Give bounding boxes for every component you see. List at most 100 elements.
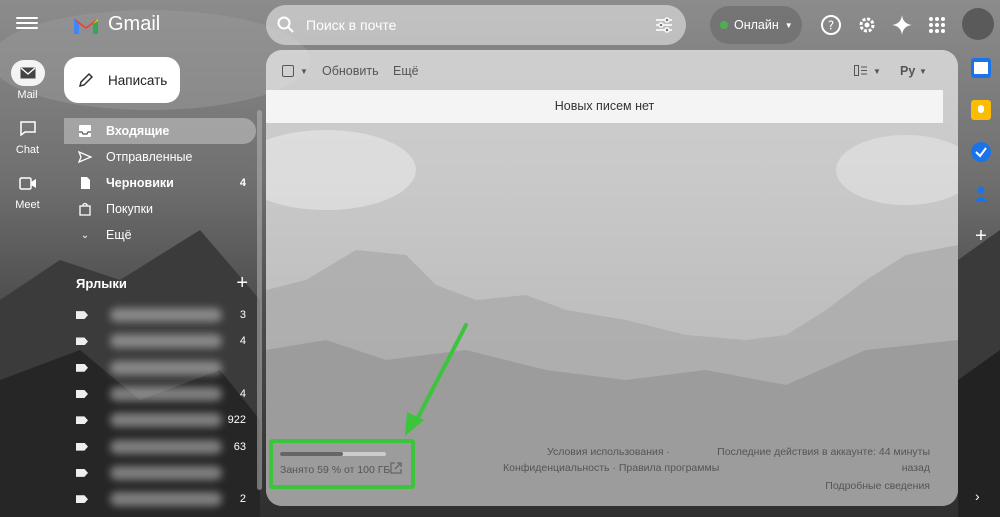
redacted-label-name bbox=[110, 465, 222, 480]
redacted-label-name bbox=[110, 387, 222, 402]
nav-item-purchases[interactable]: Покупки bbox=[64, 196, 256, 222]
nav-sent-label: Отправленные bbox=[106, 150, 193, 164]
rail-meet[interactable]: Meet bbox=[0, 170, 55, 211]
folder-nav: Входящие Отправленные Черновики 4 Покупк… bbox=[64, 118, 256, 248]
compose-button[interactable]: Написать bbox=[64, 57, 180, 103]
tasks-icon[interactable] bbox=[971, 142, 991, 162]
person-icon bbox=[974, 186, 988, 202]
chevron-down-icon[interactable]: ▼ bbox=[300, 67, 308, 76]
settings-gear-icon[interactable] bbox=[856, 14, 878, 36]
label-tag-icon bbox=[76, 468, 88, 477]
rail-chat[interactable]: Chat bbox=[0, 115, 55, 156]
rail-mail-label: Mail bbox=[17, 89, 38, 101]
nav-drafts-label: Черновики bbox=[106, 176, 174, 190]
redacted-label-name bbox=[110, 413, 222, 428]
chevron-down-icon[interactable]: ▼ bbox=[873, 67, 881, 76]
checkmark-icon bbox=[975, 147, 987, 158]
list-item[interactable]: 922 bbox=[76, 407, 248, 433]
redacted-label-name bbox=[110, 308, 222, 323]
label-tag-icon bbox=[76, 337, 88, 346]
labels-header: Ярлыки + bbox=[76, 272, 248, 295]
more-actions-button[interactable]: Ещё bbox=[393, 64, 419, 78]
status-label: Онлайн bbox=[734, 18, 779, 32]
contacts-icon[interactable] bbox=[971, 184, 991, 204]
empty-inbox-message: Новых писем нет bbox=[266, 90, 943, 123]
list-item[interactable]: 4 bbox=[76, 381, 248, 407]
video-camera-icon bbox=[18, 176, 36, 190]
label-count: 4 bbox=[239, 335, 246, 348]
density-icon[interactable] bbox=[854, 65, 867, 76]
input-language-button[interactable]: Ру bbox=[900, 64, 915, 78]
nav-purchases-label: Покупки bbox=[106, 202, 154, 216]
nav-item-drafts[interactable]: Черновики 4 bbox=[64, 170, 256, 196]
last-activity-text: Последние действия в аккаунте: 44 минуты bbox=[717, 446, 930, 458]
nav-inbox-label: Входящие bbox=[106, 124, 170, 138]
gmail-m-icon bbox=[74, 17, 98, 34]
label-tag-icon bbox=[76, 311, 88, 320]
chat-icon bbox=[19, 120, 36, 136]
search-icon[interactable] bbox=[266, 5, 306, 45]
list-toolbar: ▼ Обновить Ещё ▼ Ру ▼ bbox=[266, 50, 958, 90]
app-name: Gmail bbox=[108, 13, 161, 35]
expand-panel-icon[interactable]: › bbox=[975, 488, 980, 504]
list-item[interactable] bbox=[76, 355, 248, 381]
gemini-sparkle-icon[interactable] bbox=[891, 14, 913, 36]
status-button[interactable]: Онлайн ▼ bbox=[710, 6, 802, 44]
list-item[interactable]: 2 bbox=[76, 486, 248, 512]
label-tag-icon bbox=[76, 495, 88, 504]
keep-icon[interactable] bbox=[971, 100, 991, 120]
list-item[interactable]: 63 bbox=[76, 433, 248, 459]
label-count: 3 bbox=[239, 309, 246, 322]
shopping-bag-icon bbox=[79, 202, 91, 216]
refresh-button[interactable]: Обновить bbox=[322, 64, 379, 78]
inbox-icon bbox=[79, 125, 91, 137]
calendar-icon[interactable] bbox=[971, 58, 991, 78]
top-bar: Gmail Онлайн ▼ ? bbox=[0, 0, 1000, 50]
compose-label: Написать bbox=[108, 72, 168, 88]
redacted-label-name bbox=[110, 492, 222, 507]
chevron-down-icon: ⌄ bbox=[80, 229, 90, 241]
list-item[interactable] bbox=[76, 460, 248, 486]
side-panel: + bbox=[962, 58, 1000, 268]
redacted-label-name bbox=[110, 334, 222, 349]
rail-meet-label: Meet bbox=[15, 199, 40, 211]
search-options-icon[interactable] bbox=[654, 15, 674, 35]
chevron-down-icon[interactable]: ▼ bbox=[919, 67, 927, 76]
label-tag-icon bbox=[76, 390, 88, 399]
add-app-icon[interactable]: + bbox=[971, 226, 991, 246]
pencil-icon bbox=[78, 72, 94, 88]
details-link[interactable]: Подробные сведения bbox=[825, 480, 930, 492]
drafts-count: 4 bbox=[239, 177, 246, 189]
select-all-checkbox[interactable] bbox=[282, 65, 294, 77]
account-avatar[interactable] bbox=[962, 8, 994, 40]
draft-file-icon bbox=[81, 177, 90, 189]
chevron-down-icon: ▼ bbox=[784, 20, 793, 30]
search-bar[interactable] bbox=[266, 5, 686, 45]
help-icon[interactable]: ? bbox=[820, 14, 842, 36]
search-input[interactable] bbox=[306, 17, 626, 33]
terms-link[interactable]: Условия использования · bbox=[547, 446, 670, 458]
gmail-logo[interactable]: Gmail bbox=[72, 13, 160, 36]
list-item[interactable]: 4 bbox=[76, 328, 248, 354]
label-list: 3 4 4 922 63 2 bbox=[76, 302, 248, 512]
labels-title: Ярлыки bbox=[76, 276, 127, 291]
message-list-panel: ▼ Обновить Ещё ▼ Ру ▼ Новых писем нет За… bbox=[266, 50, 958, 506]
label-count: 4 bbox=[239, 388, 246, 401]
redacted-label-name bbox=[110, 360, 222, 375]
storage-highlight-box bbox=[269, 439, 415, 489]
label-tag-icon bbox=[76, 416, 88, 425]
list-item[interactable]: 3 bbox=[76, 302, 248, 328]
label-count: 2 bbox=[239, 493, 246, 506]
nav-item-sent[interactable]: Отправленные bbox=[64, 144, 256, 170]
rail-mail[interactable]: Mail bbox=[0, 60, 55, 101]
redacted-label-name bbox=[110, 439, 222, 454]
main-menu-button[interactable] bbox=[16, 14, 38, 36]
privacy-link[interactable]: Конфиденциальность · Правила программы bbox=[503, 462, 719, 474]
add-label-icon[interactable]: + bbox=[236, 272, 248, 295]
apps-grid-icon[interactable] bbox=[926, 14, 948, 36]
label-count: 63 bbox=[233, 440, 246, 453]
nav-scrollbar[interactable] bbox=[257, 110, 262, 490]
send-icon bbox=[78, 150, 92, 164]
nav-item-more[interactable]: ⌄ Ещё bbox=[64, 222, 256, 248]
nav-item-inbox[interactable]: Входящие bbox=[64, 118, 256, 144]
